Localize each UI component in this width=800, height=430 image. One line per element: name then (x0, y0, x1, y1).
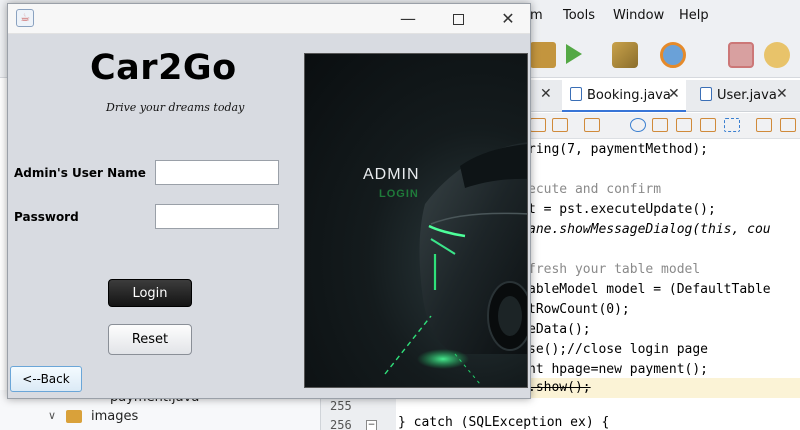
shift-down-icon[interactable] (780, 118, 796, 132)
back-icon[interactable] (552, 118, 568, 132)
forward-icon[interactable] (584, 118, 600, 132)
tree-item-images[interactable]: images (91, 409, 138, 424)
toggle-highlight-icon[interactable] (700, 118, 716, 132)
menu-item-partial[interactable]: m (530, 8, 543, 23)
username-label: Admin's User Name (14, 166, 146, 180)
line-number: 256 (330, 418, 352, 430)
close-icon[interactable]: ✕ (540, 86, 552, 102)
code-line: fresh your table model (528, 262, 701, 277)
minimize-button[interactable]: — (386, 4, 430, 34)
admin-login-dialog: ☕ — ✕ Car2Go Drive your dreams today Adm… (7, 3, 531, 399)
tab-label: User.java (717, 88, 777, 103)
app-logo: Car2Go (90, 48, 237, 88)
maximize-button[interactable] (436, 4, 480, 34)
code-line: ring(7, paymentMethod); (528, 142, 709, 157)
search-icon[interactable] (630, 118, 646, 132)
dialog-titlebar[interactable]: ☕ — ✕ (8, 4, 530, 34)
run-icon[interactable] (566, 44, 582, 64)
code-line: t = pst.executeUpdate(); (528, 202, 716, 217)
code-line: eData(); (528, 322, 591, 337)
pause-icon[interactable] (764, 42, 790, 68)
close-icon[interactable]: ✕ (776, 86, 788, 102)
menu-window[interactable]: Window (613, 8, 664, 23)
poster-admin-text: ADMIN (363, 166, 420, 183)
build-icon[interactable] (612, 42, 638, 68)
code-line: } catch (SQLException ex) { (398, 415, 610, 430)
reset-button[interactable]: Reset (108, 324, 192, 355)
code-line-highlighted: .show(); (528, 378, 800, 398)
code-line: ableModel model = (DefaultTable (528, 282, 771, 297)
close-icon: ✕ (501, 9, 515, 28)
shift-up-icon[interactable] (756, 118, 772, 132)
close-button[interactable]: ✕ (486, 4, 530, 34)
password-label: Password (14, 210, 79, 224)
menu-help[interactable]: Help (679, 8, 709, 23)
hammer-icon[interactable] (530, 42, 556, 68)
menu-tools[interactable]: Tools (563, 8, 595, 23)
editor-tabs: Booking.java User.java (528, 80, 800, 112)
line-number: 255 (330, 399, 352, 413)
stop-icon[interactable] (728, 42, 754, 68)
code-line: ane.showMessageDialog(this, cou (528, 222, 771, 237)
car-illustration (384, 142, 527, 385)
chevron-down-icon[interactable]: ∨ (48, 409, 56, 422)
login-button[interactable]: Login (108, 279, 192, 307)
admin-poster-image: ADMIN LOGIN (304, 53, 528, 388)
code-line: se();//close login page (528, 342, 709, 357)
close-icon[interactable]: ✕ (668, 86, 680, 102)
profile-icon[interactable] (660, 42, 686, 68)
password-input[interactable] (155, 204, 279, 229)
folder-icon (66, 410, 82, 423)
maximize-icon (452, 14, 464, 25)
fold-icon[interactable]: − (366, 420, 377, 430)
username-input[interactable] (155, 160, 279, 185)
minimize-icon: — (400, 9, 416, 28)
tab-label: Booking.java (587, 88, 671, 103)
code-line: nt hpage=new payment(); (528, 362, 709, 377)
prev-occurrence-icon[interactable] (652, 118, 668, 132)
history-icon[interactable] (530, 118, 546, 132)
tagline: Drive your dreams today (106, 101, 245, 114)
select-icon[interactable] (724, 118, 740, 132)
java-file-icon (570, 87, 582, 101)
poster-login-text: LOGIN (379, 188, 419, 200)
java-file-icon (700, 87, 712, 101)
back-button[interactable]: <--Back (10, 366, 82, 392)
code-editor[interactable]: ring(7, paymentMethod); ecute and confir… (528, 140, 800, 430)
next-occurrence-icon[interactable] (676, 118, 692, 132)
code-line: tRowCount(0); (528, 302, 630, 317)
java-icon: ☕ (16, 9, 34, 27)
code-line: ecute and confirm (528, 182, 662, 197)
